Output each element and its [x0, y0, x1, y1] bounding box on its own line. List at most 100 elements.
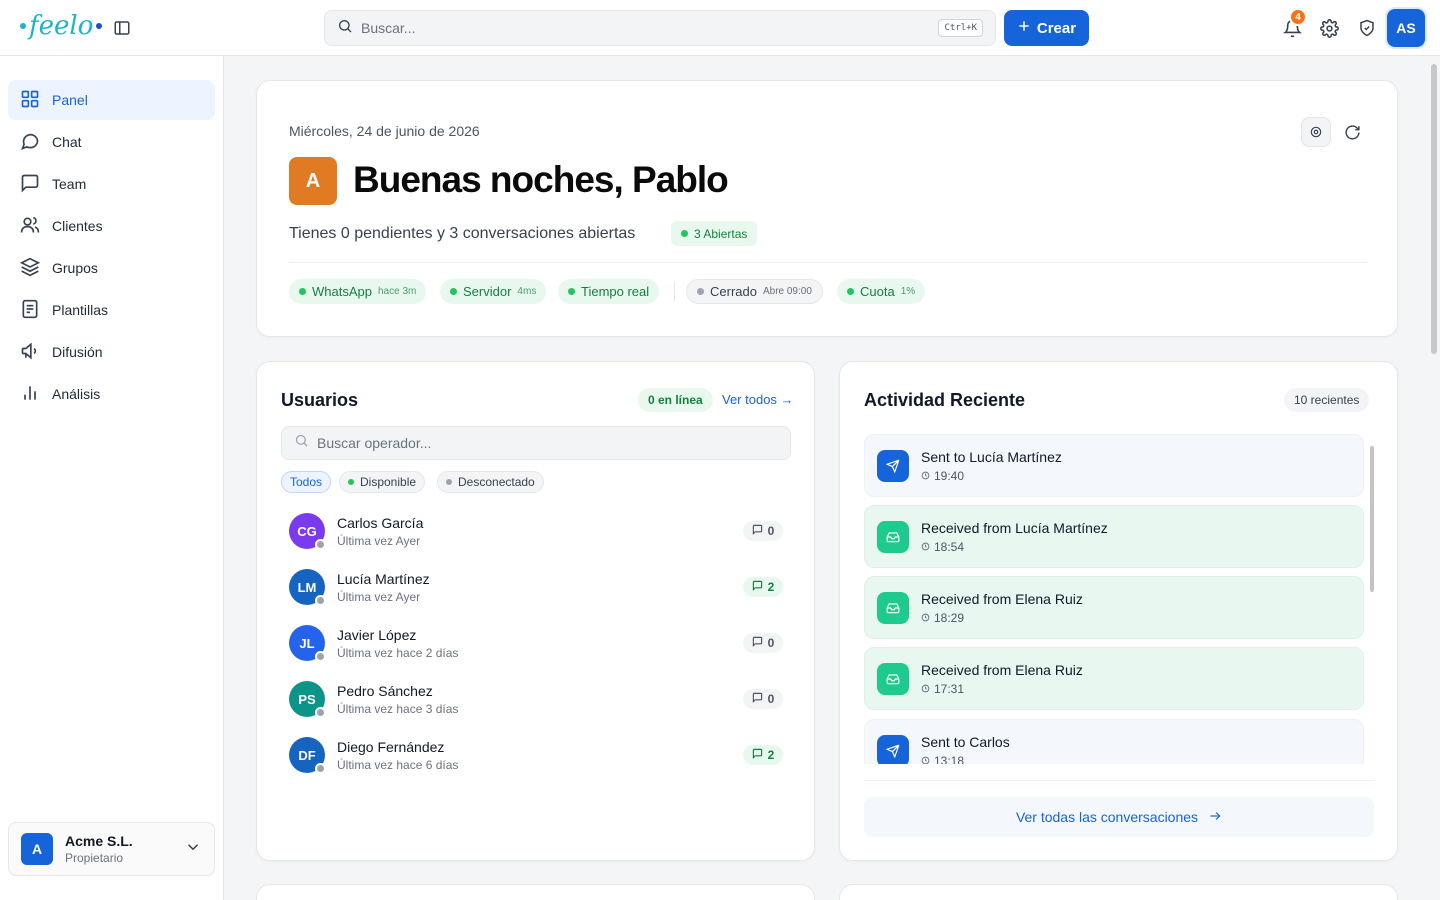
- greeting-title: Buenas noches, Pablo: [353, 159, 729, 200]
- activity-scrollbar[interactable]: [1370, 446, 1374, 592]
- activity-item[interactable]: Received from Elena Ruiz 18:29: [864, 576, 1364, 639]
- chip-label: Tiempo real: [581, 284, 650, 299]
- user-row[interactable]: PS Pedro Sánchez Última vez hace 3 días 0: [281, 671, 791, 727]
- sidebar-item-grupos[interactable]: Grupos: [8, 248, 215, 288]
- chip-sub: hace 3m: [377, 286, 417, 297]
- message-square-icon: [20, 173, 40, 196]
- sidebar-item-label: Análisis: [52, 386, 101, 402]
- user-row[interactable]: DF Diego Fernández Última vez hace 6 días…: [281, 727, 791, 783]
- megaphone-icon: [20, 341, 40, 364]
- activity-title-text: Received from Elena Ruiz: [921, 661, 1083, 678]
- search-input[interactable]: [361, 20, 939, 36]
- plus-icon: [1017, 19, 1031, 37]
- recent-count-badge: 10 recientes: [1284, 388, 1370, 412]
- chip-sub: Abre 09:00: [762, 286, 812, 297]
- shield-icon[interactable]: [1355, 16, 1379, 40]
- gear-icon[interactable]: [1317, 16, 1341, 40]
- sidebar-item-chat[interactable]: Chat: [8, 122, 215, 162]
- open-badge-label: 3 Abiertas: [694, 226, 748, 241]
- user-row[interactable]: CG Carlos García Última vez Ayer 0: [281, 503, 791, 559]
- inbox-icon: [877, 662, 909, 695]
- filter-label: Desconectado: [458, 475, 535, 489]
- user-avatar[interactable]: AS: [1387, 9, 1425, 47]
- filter-todos[interactable]: Todos: [281, 471, 332, 493]
- organization-switcher[interactable]: A Acme S.L. Propietario: [8, 822, 215, 876]
- org-name: Acme S.L.: [65, 833, 133, 849]
- see-all-conversations-button[interactable]: Ver todas las conversaciones: [864, 797, 1374, 837]
- filter-desconectado[interactable]: Desconectado: [437, 471, 544, 493]
- clock-icon: [921, 469, 930, 483]
- status-dot: [681, 230, 688, 237]
- user-row[interactable]: LM Lucía Martínez Última vez Ayer 2: [281, 559, 791, 615]
- divider: [289, 262, 1367, 263]
- activity-item[interactable]: Sent to Carlos 13:18: [864, 719, 1364, 764]
- global-search[interactable]: Ctrl+K: [324, 10, 996, 46]
- status-dot: [446, 479, 452, 485]
- sidebar-item-analisis[interactable]: Análisis: [8, 374, 215, 414]
- refresh-icon[interactable]: [1337, 117, 1367, 147]
- status-chip-hours[interactable]: Cerrado Abre 09:00: [686, 279, 823, 304]
- activity-item[interactable]: Received from Lucía Martínez 18:54: [864, 505, 1364, 568]
- status-chip-realtime[interactable]: Tiempo real: [558, 279, 660, 304]
- org-avatar: A: [21, 833, 53, 865]
- activity-time: 19:40: [934, 468, 965, 483]
- greeting-avatar: A: [289, 157, 337, 205]
- sidebar: Panel Chat Team Clientes Grupos Plantill…: [0, 56, 224, 900]
- status-chip-quota[interactable]: Cuota 1%: [837, 279, 926, 304]
- sidebar-item-team[interactable]: Team: [8, 164, 215, 204]
- chip-sub: 4ms: [517, 286, 537, 297]
- avatar-initials: JL: [299, 635, 315, 651]
- chat-count-badge: 0: [743, 689, 783, 709]
- create-button[interactable]: Crear: [1004, 10, 1089, 46]
- logo-dot: [96, 23, 103, 29]
- sidebar-item-panel[interactable]: Panel: [8, 80, 215, 120]
- activity-item[interactable]: Sent to Lucía Martínez 19:40: [864, 434, 1364, 497]
- sidebar-item-difusion[interactable]: Difusión: [8, 332, 215, 372]
- feelo-logo[interactable]: feelo: [20, 11, 103, 41]
- chat-bubble-icon: [752, 692, 763, 706]
- activity-list[interactable]: Sent to Lucía Martínez 19:40 Received fro…: [864, 434, 1364, 764]
- chat-count-badge: 0: [743, 633, 783, 653]
- user-row[interactable]: JL Javier López Última vez hace 2 días 0: [281, 615, 791, 671]
- filter-label: Todos: [290, 475, 323, 489]
- chip-label: Cuota: [860, 284, 895, 299]
- chat-bubble-icon: [752, 748, 763, 762]
- gear-icon[interactable]: [1301, 117, 1331, 147]
- users-title: Usuarios: [281, 390, 359, 410]
- inbox-icon: [877, 591, 909, 624]
- avatar-initials: CG: [297, 523, 317, 539]
- status-chip-whatsapp[interactable]: WhatsApp hace 3m: [289, 279, 427, 304]
- filter-disponible[interactable]: Disponible: [339, 471, 426, 493]
- sidebar-item-clientes[interactable]: Clientes: [8, 206, 215, 246]
- open-conversations-badge[interactable]: 3 Abiertas: [671, 221, 758, 246]
- chat-count-badge: 0: [743, 521, 783, 541]
- user-name: Javier López: [337, 626, 417, 643]
- operator-search[interactable]: [281, 426, 791, 460]
- sidebar-item-label: Team: [52, 176, 87, 192]
- chat-count: 0: [767, 524, 775, 538]
- greeting-card: Miércoles, 24 de junio de 2026 A Buenas …: [256, 80, 1398, 337]
- activity-title-text: Sent to Carlos: [921, 733, 1010, 750]
- inbox-icon: [877, 520, 909, 553]
- clock-icon: [921, 540, 930, 554]
- search-icon: [337, 18, 353, 39]
- activity-title-text: Received from Elena Ruiz: [921, 590, 1083, 607]
- see-all-users-link[interactable]: Ver todos →: [722, 392, 794, 407]
- status-dot: [847, 288, 854, 295]
- bar-chart-icon: [20, 383, 40, 406]
- activity-item[interactable]: Received from Elena Ruiz 17:31: [864, 647, 1364, 710]
- dashboard-card: [256, 884, 815, 900]
- chat-count-badge: 2: [743, 745, 783, 765]
- operator-search-input[interactable]: [317, 435, 778, 451]
- logo-text: feelo: [29, 11, 94, 41]
- sidebar-toggle-icon[interactable]: [110, 16, 134, 40]
- clock-icon: [921, 611, 930, 625]
- sidebar-item-plantillas[interactable]: Plantillas: [8, 290, 215, 330]
- avatar: CG: [289, 513, 326, 550]
- sidebar-item-label: Panel: [52, 92, 88, 108]
- chat-bubble-icon: [752, 580, 763, 594]
- page-scrollbar[interactable]: [1431, 64, 1437, 354]
- status-chip-server[interactable]: Servidor 4ms: [440, 279, 547, 304]
- notification-count-badge: 4: [1289, 8, 1307, 26]
- users-card: Usuarios 0 en línea Ver todos → Todos Di…: [256, 361, 815, 861]
